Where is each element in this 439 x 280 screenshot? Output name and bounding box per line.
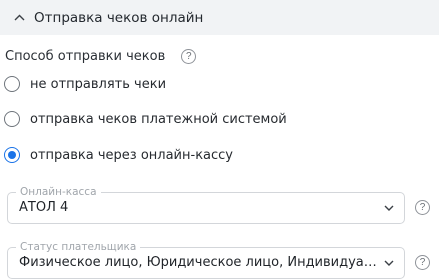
help-icon[interactable]: ? [415,255,430,270]
radio-option-no-send[interactable]: не отправлять чеки [4,76,166,92]
section-header-receipts-online[interactable]: Отправка чеков онлайн [0,0,439,35]
radio-label: отправка чеков платежной системой [30,111,287,127]
sending-method-label: Способ отправки чеков [5,49,166,64]
chevron-down-icon[interactable] [383,202,395,214]
payer-status-select[interactable]: Статус плательщика Физическое лицо, Юрид… [7,240,405,279]
chevron-up-icon[interactable] [13,12,25,24]
radio-button[interactable] [4,76,20,92]
radio-label: не отправлять чеки [30,76,167,92]
online-cash-register-select[interactable]: Онлайн-касса АТОЛ 4 [7,185,405,224]
radio-option-online-cash-register[interactable]: отправка через онлайн-кассу [4,147,233,163]
select-value: АТОЛ 4 [19,200,69,215]
radio-option-payment-system[interactable]: отправка чеков платежной системой [4,111,287,127]
radio-label: отправка через онлайн-кассу [30,147,234,163]
radio-button-selected[interactable] [4,147,20,163]
section-title: Отправка чеков онлайн [34,9,204,26]
chevron-down-icon[interactable] [383,257,395,269]
help-icon[interactable]: ? [415,200,430,215]
select-value: Физическое лицо, Юридическое лицо, Индив… [19,255,379,270]
sending-method-group: Способ отправки чеков ? [5,49,197,64]
help-icon[interactable]: ? [181,49,197,64]
radio-button[interactable] [4,111,20,127]
